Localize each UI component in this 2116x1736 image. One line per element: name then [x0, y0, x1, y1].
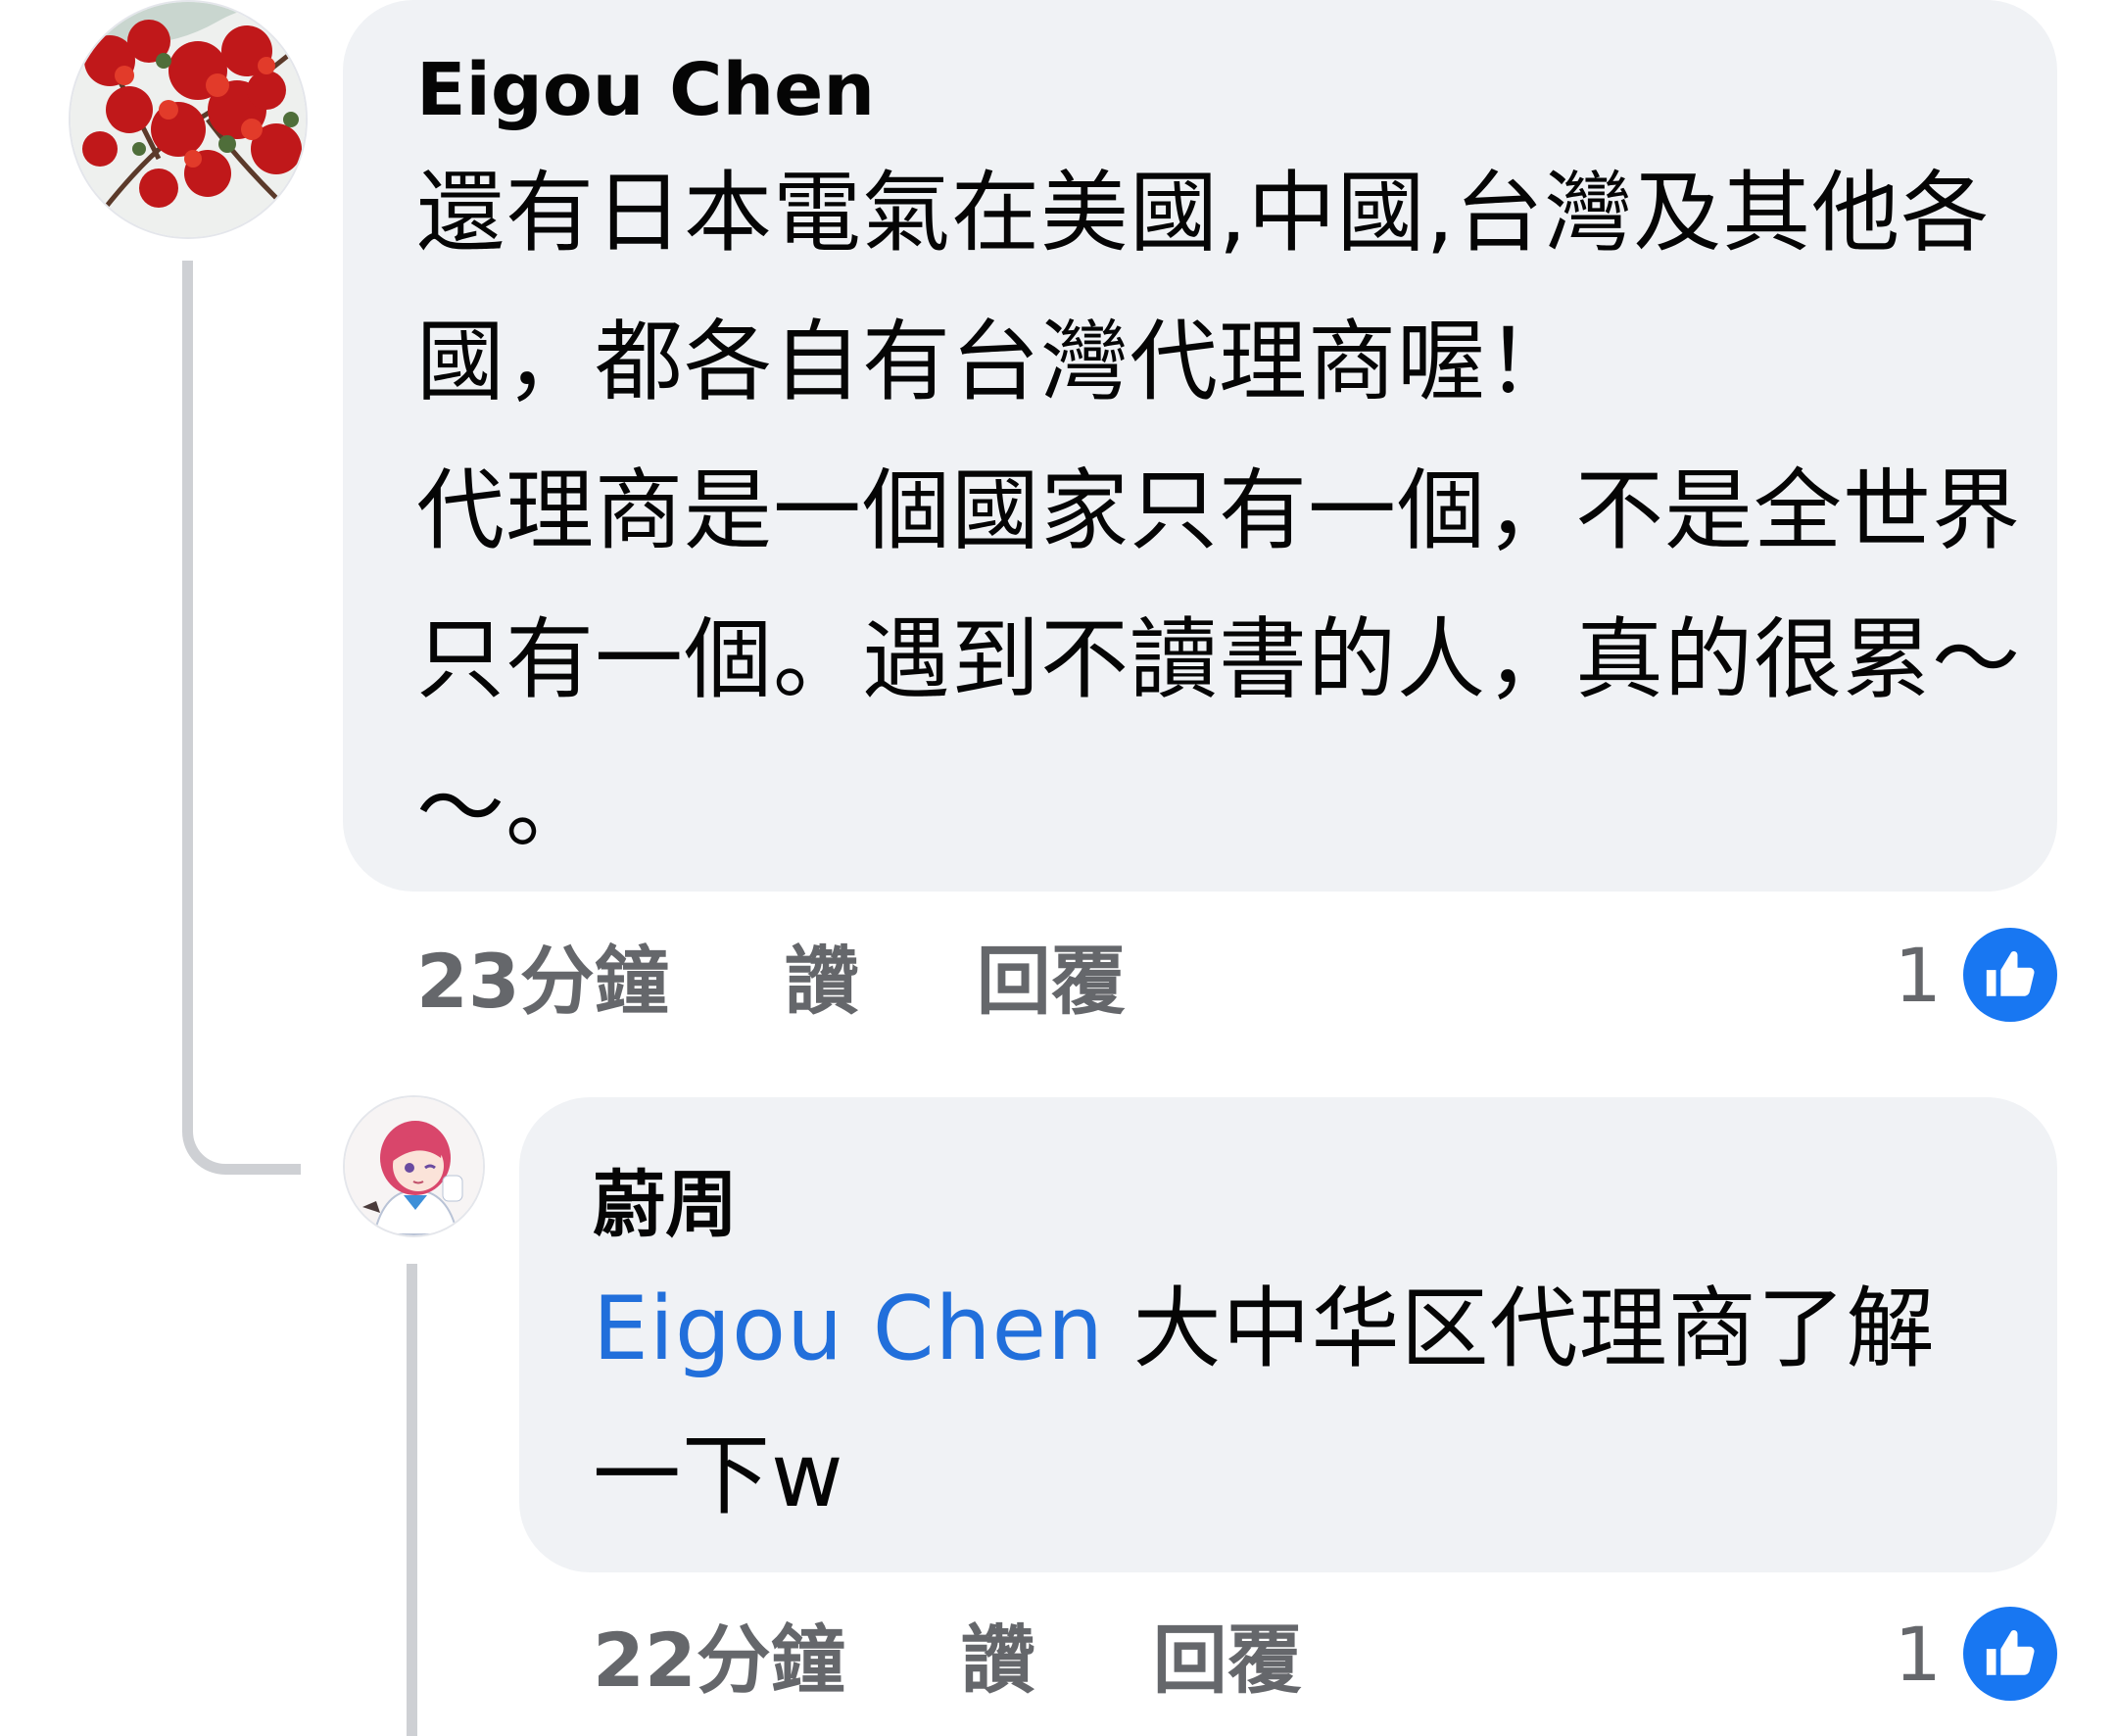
reply-thread-line — [407, 1264, 417, 1736]
avatar-wei-zhou[interactable] — [343, 1095, 485, 1237]
reply-button[interactable]: 回覆 — [1153, 1600, 1302, 1708]
reply-timestamp[interactable]: 22分鐘 — [593, 1600, 845, 1708]
avatar-image — [71, 2, 306, 237]
reply-button[interactable]: 回覆 — [977, 921, 1126, 1029]
like-button[interactable]: 讚 — [961, 1600, 1035, 1708]
like-button[interactable]: 讚 — [785, 921, 859, 1029]
avatar-image — [345, 1097, 483, 1235]
reply-actions: 22分鐘 讚 回覆 — [593, 1600, 1302, 1708]
comment-timestamp[interactable]: 23分鐘 — [416, 921, 669, 1029]
reaction-summary[interactable]: 1 — [1895, 921, 2057, 1029]
thumbs-up-icon — [1963, 1607, 2057, 1701]
reply-author[interactable]: 蔚周 — [593, 1156, 2057, 1254]
comment-author[interactable]: Eigou Chen — [416, 41, 2057, 139]
avatar-eigou-chen[interactable] — [69, 0, 308, 239]
comment-text: 還有日本電氣在美國,中國,台灣及其他各國，都各自有台灣代理商喔！ 代理商是一個國… — [416, 162, 2021, 860]
comment-actions: 23分鐘 讚 回覆 — [416, 921, 1126, 1029]
reply-text: Eigou Chen 大中华区代理商了解一下w — [593, 1256, 2003, 1550]
reaction-summary[interactable]: 1 — [1895, 1600, 2057, 1708]
comment-bubble: Eigou Chen 還有日本電氣在美國,中國,台灣及其他各國，都各自有台灣代理… — [343, 0, 2057, 892]
thread-connector-line — [182, 261, 301, 1175]
reply-bubble: 蔚周 Eigou Chen 大中华区代理商了解一下w — [519, 1097, 2057, 1572]
thumbs-up-icon — [1963, 928, 2057, 1022]
mention-link[interactable]: Eigou Chen — [593, 1278, 1104, 1380]
comment-thread: Eigou Chen 還有日本電氣在美國,中國,台灣及其他各國，都各自有台灣代理… — [0, 0, 2116, 1736]
reaction-count: 1 — [1894, 1610, 1942, 1698]
reaction-count: 1 — [1894, 931, 1942, 1019]
